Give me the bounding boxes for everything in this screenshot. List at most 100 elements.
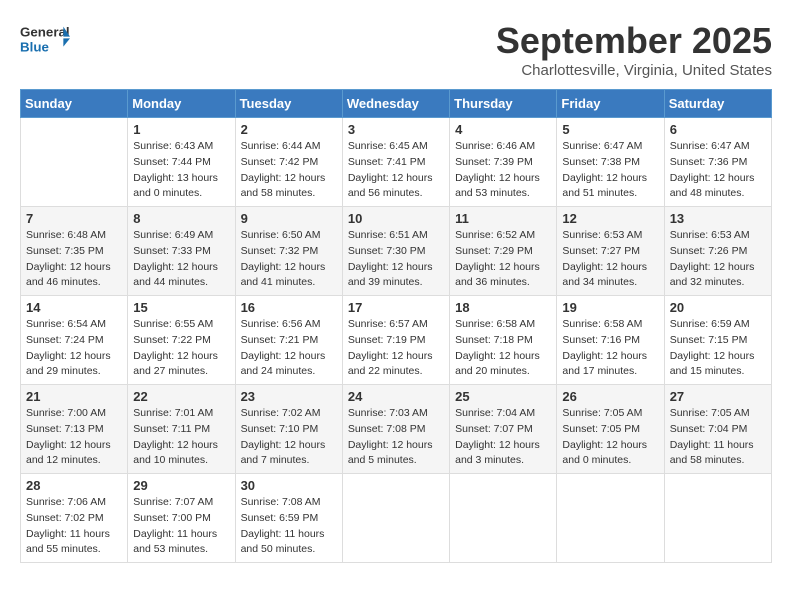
day-number: 30 xyxy=(241,478,337,493)
day-number: 22 xyxy=(133,389,229,404)
day-info: Sunrise: 6:48 AMSunset: 7:35 PMDaylight:… xyxy=(26,228,122,291)
calendar-cell: 19Sunrise: 6:58 AMSunset: 7:16 PMDayligh… xyxy=(557,296,664,385)
day-info: Sunrise: 6:50 AMSunset: 7:32 PMDaylight:… xyxy=(241,228,337,291)
day-number: 16 xyxy=(241,300,337,315)
day-info: Sunrise: 6:45 AMSunset: 7:41 PMDaylight:… xyxy=(348,139,444,202)
location: Charlottesville, Virginia, United States xyxy=(496,62,772,79)
calendar-week-row: 21 Sunrise: 7:00 AMSunset: 7:13 PMDayligh… xyxy=(21,385,772,474)
calendar-cell: 14Sunrise: 6:54 AMSunset: 7:24 PMDayligh… xyxy=(21,296,128,385)
calendar-cell xyxy=(21,118,128,207)
day-info: Sunrise: 7:03 AMSunset: 7:08 PMDaylight:… xyxy=(348,406,444,469)
day-info: Sunrise: 7:07 AMSunset: 7:00 PMDaylight:… xyxy=(133,495,229,558)
day-number: 26 xyxy=(562,389,658,404)
calendar-cell: 29 Sunrise: 7:07 AMSunset: 7:00 PMDayligh… xyxy=(128,474,235,563)
col-header-sunday: Sunday xyxy=(21,90,128,118)
calendar-cell: 8 Sunrise: 6:49 AMSunset: 7:33 PMDaylight… xyxy=(128,207,235,296)
calendar-week-row: 1 Sunrise: 6:43 AMSunset: 7:44 PMDaylight… xyxy=(21,118,772,207)
calendar-cell: 12 Sunrise: 6:53 AMSunset: 7:27 PMDayligh… xyxy=(557,207,664,296)
day-number: 20 xyxy=(670,300,766,315)
day-number: 9 xyxy=(241,211,337,226)
day-info: Sunrise: 6:43 AMSunset: 7:44 PMDaylight:… xyxy=(133,139,229,202)
calendar-cell: 3 Sunrise: 6:45 AMSunset: 7:41 PMDaylight… xyxy=(342,118,449,207)
day-number: 28 xyxy=(26,478,122,493)
calendar-cell: 28Sunrise: 7:06 AMSunset: 7:02 PMDayligh… xyxy=(21,474,128,563)
calendar-cell: 20Sunrise: 6:59 AMSunset: 7:15 PMDayligh… xyxy=(664,296,771,385)
day-number: 23 xyxy=(241,389,337,404)
calendar-cell: 23 Sunrise: 7:02 AMSunset: 7:10 PMDayligh… xyxy=(235,385,342,474)
calendar-cell xyxy=(450,474,557,563)
calendar-cell: 15 Sunrise: 6:55 AMSunset: 7:22 PMDayligh… xyxy=(128,296,235,385)
day-number: 19 xyxy=(562,300,658,315)
day-info: Sunrise: 6:47 AMSunset: 7:36 PMDaylight:… xyxy=(670,139,766,202)
day-number: 21 xyxy=(26,389,122,404)
calendar-cell: 5 Sunrise: 6:47 AMSunset: 7:38 PMDaylight… xyxy=(557,118,664,207)
day-info: Sunrise: 6:53 AMSunset: 7:27 PMDaylight:… xyxy=(562,228,658,291)
calendar-cell: 30 Sunrise: 7:08 AMSunset: 6:59 PMDayligh… xyxy=(235,474,342,563)
calendar-cell: 18 Sunrise: 6:58 AMSunset: 7:18 PMDayligh… xyxy=(450,296,557,385)
day-number: 18 xyxy=(455,300,551,315)
calendar-cell: 27Sunrise: 7:05 AMSunset: 7:04 PMDayligh… xyxy=(664,385,771,474)
title-block: September 2025 Charlottesville, Virginia… xyxy=(496,20,772,79)
day-info: Sunrise: 7:04 AMSunset: 7:07 PMDaylight:… xyxy=(455,406,551,469)
day-number: 7 xyxy=(26,211,122,226)
calendar-cell: 25 Sunrise: 7:04 AMSunset: 7:07 PMDayligh… xyxy=(450,385,557,474)
day-number: 12 xyxy=(562,211,658,226)
day-number: 15 xyxy=(133,300,229,315)
day-number: 29 xyxy=(133,478,229,493)
day-info: Sunrise: 7:00 AMSunset: 7:13 PMDaylight:… xyxy=(26,406,122,469)
svg-text:Blue: Blue xyxy=(20,40,49,55)
calendar-header-row: SundayMondayTuesdayWednesdayThursdayFrid… xyxy=(21,90,772,118)
calendar-cell: 10 Sunrise: 6:51 AMSunset: 7:30 PMDayligh… xyxy=(342,207,449,296)
day-number: 25 xyxy=(455,389,551,404)
calendar-cell xyxy=(342,474,449,563)
day-info: Sunrise: 6:52 AMSunset: 7:29 PMDaylight:… xyxy=(455,228,551,291)
calendar-week-row: 7 Sunrise: 6:48 AMSunset: 7:35 PMDaylight… xyxy=(21,207,772,296)
day-info: Sunrise: 6:57 AMSunset: 7:19 PMDaylight:… xyxy=(348,317,444,380)
calendar-cell: 26 Sunrise: 7:05 AMSunset: 7:05 PMDayligh… xyxy=(557,385,664,474)
col-header-saturday: Saturday xyxy=(664,90,771,118)
day-number: 24 xyxy=(348,389,444,404)
col-header-wednesday: Wednesday xyxy=(342,90,449,118)
day-info: Sunrise: 6:55 AMSunset: 7:22 PMDaylight:… xyxy=(133,317,229,380)
day-number: 10 xyxy=(348,211,444,226)
calendar-cell xyxy=(664,474,771,563)
calendar-cell: 16 Sunrise: 6:56 AMSunset: 7:21 PMDayligh… xyxy=(235,296,342,385)
day-number: 6 xyxy=(670,122,766,137)
calendar-cell: 11Sunrise: 6:52 AMSunset: 7:29 PMDayligh… xyxy=(450,207,557,296)
day-number: 1 xyxy=(133,122,229,137)
day-info: Sunrise: 6:46 AMSunset: 7:39 PMDaylight:… xyxy=(455,139,551,202)
col-header-thursday: Thursday xyxy=(450,90,557,118)
calendar-table: SundayMondayTuesdayWednesdayThursdayFrid… xyxy=(20,89,772,563)
day-number: 13 xyxy=(670,211,766,226)
day-number: 5 xyxy=(562,122,658,137)
day-number: 8 xyxy=(133,211,229,226)
day-number: 4 xyxy=(455,122,551,137)
day-info: Sunrise: 7:05 AMSunset: 7:05 PMDaylight:… xyxy=(562,406,658,469)
day-info: Sunrise: 6:49 AMSunset: 7:33 PMDaylight:… xyxy=(133,228,229,291)
calendar-cell xyxy=(557,474,664,563)
logo-icon: General Blue xyxy=(20,20,70,60)
calendar-cell: 7 Sunrise: 6:48 AMSunset: 7:35 PMDaylight… xyxy=(21,207,128,296)
calendar-cell: 9 Sunrise: 6:50 AMSunset: 7:32 PMDaylight… xyxy=(235,207,342,296)
day-info: Sunrise: 6:47 AMSunset: 7:38 PMDaylight:… xyxy=(562,139,658,202)
col-header-friday: Friday xyxy=(557,90,664,118)
day-info: Sunrise: 6:56 AMSunset: 7:21 PMDaylight:… xyxy=(241,317,337,380)
day-number: 3 xyxy=(348,122,444,137)
day-info: Sunrise: 7:02 AMSunset: 7:10 PMDaylight:… xyxy=(241,406,337,469)
calendar-cell: 22Sunrise: 7:01 AMSunset: 7:11 PMDayligh… xyxy=(128,385,235,474)
day-info: Sunrise: 6:44 AMSunset: 7:42 PMDaylight:… xyxy=(241,139,337,202)
day-number: 14 xyxy=(26,300,122,315)
day-info: Sunrise: 6:51 AMSunset: 7:30 PMDaylight:… xyxy=(348,228,444,291)
day-number: 17 xyxy=(348,300,444,315)
day-info: Sunrise: 7:08 AMSunset: 6:59 PMDaylight:… xyxy=(241,495,337,558)
col-header-tuesday: Tuesday xyxy=(235,90,342,118)
calendar-cell: 24 Sunrise: 7:03 AMSunset: 7:08 PMDayligh… xyxy=(342,385,449,474)
logo: General Blue xyxy=(20,20,70,60)
month-title: September 2025 xyxy=(496,20,772,62)
svg-text:General: General xyxy=(20,25,70,40)
day-number: 27 xyxy=(670,389,766,404)
col-header-monday: Monday xyxy=(128,90,235,118)
day-info: Sunrise: 6:58 AMSunset: 7:18 PMDaylight:… xyxy=(455,317,551,380)
calendar-cell: 21 Sunrise: 7:00 AMSunset: 7:13 PMDayligh… xyxy=(21,385,128,474)
calendar-cell: 2Sunrise: 6:44 AMSunset: 7:42 PMDaylight… xyxy=(235,118,342,207)
